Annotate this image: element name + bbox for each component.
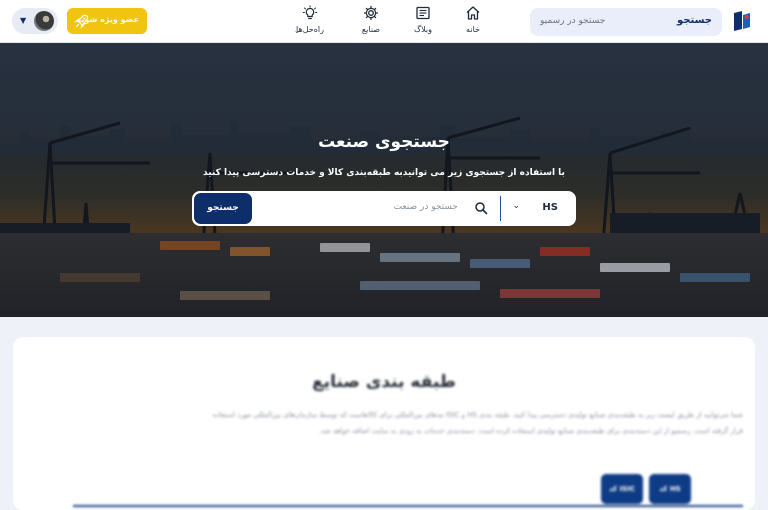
code-type-select[interactable]: HS [542,202,558,213]
nav-solutions-label: راه‌حل‌ها [296,25,324,34]
chevron-down-icon[interactable]: ⌄ [512,201,520,211]
industry-search-bar: HS ⌄ جستجو در صنعت جستجو [192,191,576,226]
home-icon [466,6,480,20]
nav-solutions[interactable]: راه‌حل‌ها ⌄ [280,5,340,35]
top-navbar: جستجو جستجو در رسمیو خانه وبلاگ صنایع را… [0,0,768,43]
site-logo-icon[interactable] [730,9,754,33]
nav-industries-label: صنایع [361,25,381,34]
user-menu[interactable]: ▼ [12,8,58,34]
blog-icon [416,6,430,20]
rocket-icon [74,14,89,29]
header-search-button[interactable]: جستجو [677,15,712,26]
categories-description: شما می‌توانید از طریق لیست زیر به طبقه‌ب… [212,411,743,435]
tab-hs-code[interactable]: کد HS [649,474,691,504]
premium-member-button[interactable]: عضو ویژه شوید [67,8,147,34]
tabs-underline [73,505,743,507]
nav-blog-label: وبلاگ [413,25,433,34]
search-icon[interactable] [474,201,488,215]
hero-subtitle: با استفاده از جستجوی زیر می توانیدبه طبق… [203,168,565,178]
chevron-down-icon: ⌄ [294,27,300,35]
tab-isic-code[interactable]: کد ISIC [601,474,643,504]
gear-icon [363,5,379,21]
nav-blog[interactable]: وبلاگ [393,5,453,34]
hero-section: جستجوی صنعت با استفاده از جستجوی زیر می … [0,43,768,317]
header-search[interactable]: جستجو جستجو در رسمیو [530,8,722,36]
industry-search-button[interactable]: جستجو [194,193,252,224]
industry-search-input[interactable]: جستجو در صنعت [394,202,458,212]
avatar[interactable] [34,11,54,31]
hero-title: جستجوی صنعت [318,132,450,152]
caret-down-icon[interactable]: ▼ [20,16,26,25]
industry-categories-card: طبقه بندی صنایع شما می‌توانید از طریق لی… [13,337,755,510]
search-divider [500,196,501,221]
nav-industries[interactable]: صنایع [341,5,401,34]
header-search-input[interactable]: جستجو در رسمیو [540,16,640,26]
lightbulb-icon [302,5,318,20]
hero-overlay [0,43,768,317]
categories-title: طبقه بندی صنایع [312,372,456,392]
